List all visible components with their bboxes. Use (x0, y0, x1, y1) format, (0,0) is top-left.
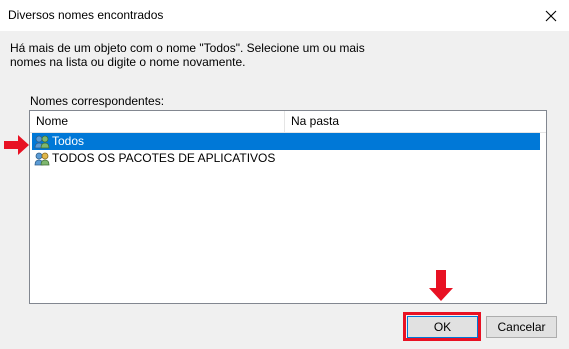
group-icon (34, 135, 50, 148)
list-item[interactable]: TODOS OS PACOTES DE APLICATIVOS (32, 150, 540, 167)
title-bar: Diversos nomes encontrados (0, 0, 569, 31)
dialog-body: Há mais de um objeto com o nome "Todos".… (0, 31, 569, 349)
dialog-message: Há mais de um objeto com o nome "Todos".… (10, 41, 365, 69)
column-header-name[interactable]: Nome (30, 111, 285, 132)
list-header: Nome Na pasta (30, 111, 546, 133)
matching-names-list[interactable]: Nome Na pasta Todos TODOS OS PACOTES DE … (29, 110, 547, 304)
list-item-name: TODOS OS PACOTES DE APLICATIVOS (52, 151, 276, 165)
group-icon (34, 152, 50, 165)
close-icon (545, 10, 557, 21)
column-header-folder[interactable]: Na pasta (285, 111, 547, 132)
list-item-name: Todos (52, 134, 85, 148)
cancel-button[interactable]: Cancelar (486, 316, 557, 338)
list-item[interactable]: Todos (32, 133, 540, 150)
list-label: Nomes correspondentes: (30, 94, 165, 108)
ok-button[interactable]: OK (407, 316, 478, 338)
window-title: Diversos nomes encontrados (8, 8, 164, 22)
close-button[interactable] (533, 0, 569, 31)
